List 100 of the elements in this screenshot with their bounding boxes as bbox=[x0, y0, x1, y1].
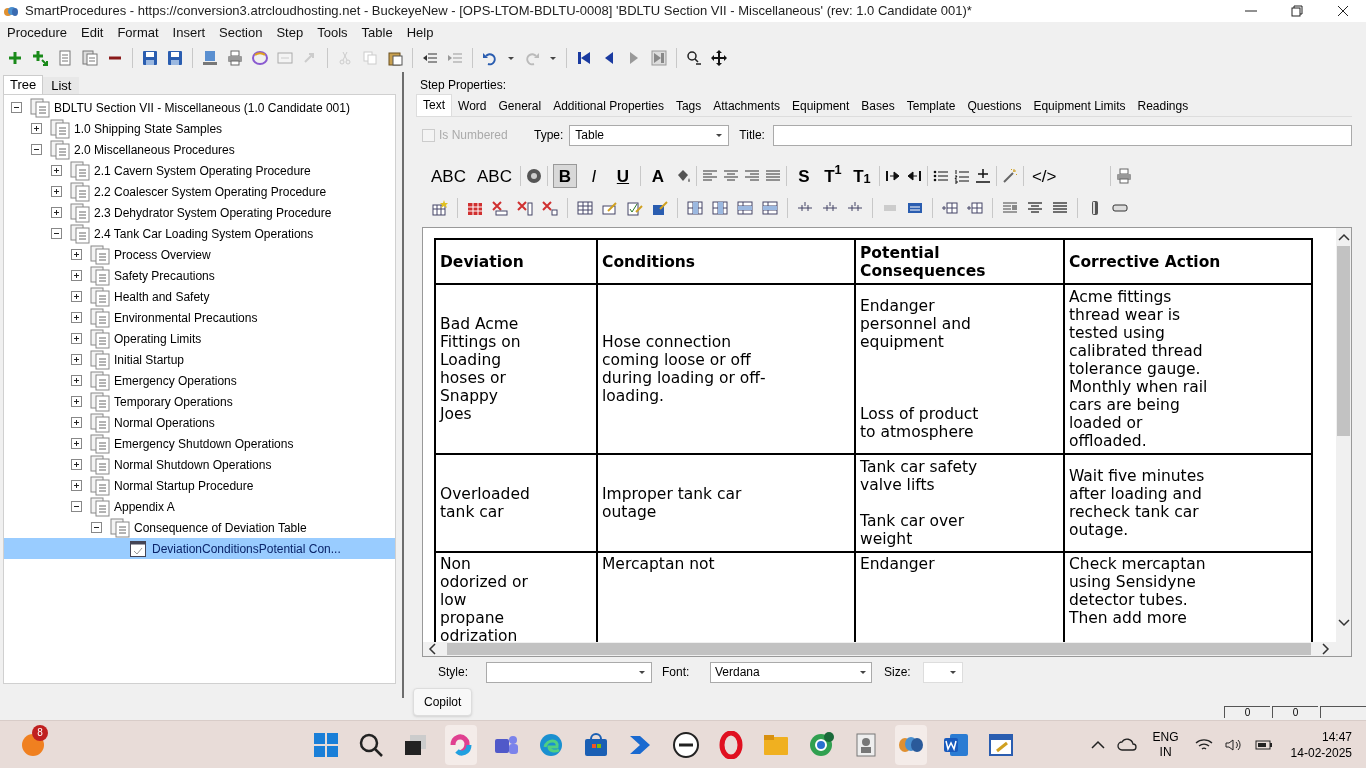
menu-item[interactable]: Procedure bbox=[0, 23, 74, 43]
expand-toggle-icon[interactable] bbox=[71, 291, 82, 302]
tree-item[interactable]: BDLTU Section VII - Miscellaneous (1.0 Candidate 001) bbox=[4, 97, 395, 118]
expand-toggle-icon[interactable] bbox=[51, 207, 62, 218]
table-grid-icon[interactable] bbox=[577, 200, 593, 216]
tree-item[interactable]: 2.2 Coalescer System Operating Procedure bbox=[4, 181, 395, 202]
expand-toggle-icon[interactable] bbox=[71, 270, 82, 281]
tree-item[interactable]: DeviationConditionsPotential Con... bbox=[4, 538, 395, 559]
step-tab[interactable]: Tags bbox=[669, 96, 708, 116]
collapse-toggle-icon[interactable] bbox=[91, 522, 102, 533]
tree-item[interactable]: 1.0 Shipping State Samples bbox=[4, 118, 395, 139]
tree-item[interactable]: Normal Shutdown Operations bbox=[4, 454, 395, 475]
expand-toggle-icon[interactable] bbox=[71, 480, 82, 491]
undo-icon[interactable] bbox=[482, 50, 498, 66]
tree-item[interactable]: Environmental Precautions bbox=[4, 307, 395, 328]
title-field[interactable] bbox=[772, 124, 1352, 146]
move-arrows-icon[interactable] bbox=[711, 50, 727, 66]
tree-item[interactable]: Appendix A bbox=[4, 496, 395, 517]
documents-icon[interactable] bbox=[82, 50, 98, 66]
ring-o-icon[interactable] bbox=[717, 730, 745, 759]
tree-item[interactable]: Initial Startup bbox=[4, 349, 395, 370]
tree-item[interactable]: Normal Startup Procedure bbox=[4, 475, 395, 496]
insert-row-icon[interactable] bbox=[762, 200, 778, 216]
delete-col-icon[interactable] bbox=[517, 200, 533, 216]
align-center-icon[interactable] bbox=[722, 168, 739, 184]
region-indicator[interactable]: IN bbox=[1159, 744, 1172, 760]
menu-item[interactable]: Format bbox=[110, 23, 166, 43]
clock-time[interactable]: 14:47 bbox=[1321, 728, 1352, 745]
save-icon[interactable] bbox=[142, 50, 158, 66]
menu-item[interactable]: Step bbox=[269, 23, 311, 43]
step-tab[interactable]: Questions bbox=[961, 96, 1028, 116]
language-indicator[interactable]: ENG bbox=[1152, 729, 1179, 745]
text-center-icon[interactable] bbox=[1027, 200, 1043, 216]
format-button[interactable]: T$_{1}$ bbox=[849, 164, 874, 188]
menu-item[interactable]: Table bbox=[354, 23, 400, 43]
collapse-toggle-icon[interactable] bbox=[51, 228, 62, 239]
align-left-icon[interactable] bbox=[701, 168, 718, 184]
expand-toggle-icon[interactable] bbox=[31, 123, 42, 134]
round-logo-icon[interactable] bbox=[672, 730, 700, 759]
menu-item[interactable]: Section bbox=[212, 23, 270, 43]
printer-icon[interactable] bbox=[227, 50, 243, 66]
add-col-icon[interactable] bbox=[942, 200, 958, 216]
format-button[interactable]: I bbox=[581, 164, 606, 188]
format-button[interactable]: U bbox=[610, 164, 635, 188]
delete-cell-icon[interactable] bbox=[542, 200, 558, 216]
expand-toggle-icon[interactable] bbox=[71, 396, 82, 407]
collapse-toggle-icon[interactable] bbox=[71, 501, 82, 512]
vertical-scrollbar[interactable] bbox=[1336, 228, 1351, 642]
step-tab[interactable]: Readings bbox=[1131, 96, 1195, 116]
printer-icon[interactable] bbox=[1115, 168, 1132, 184]
arrow-from-bar-icon[interactable] bbox=[905, 168, 922, 184]
wand-icon[interactable] bbox=[1001, 168, 1018, 184]
menu-item[interactable]: Insert bbox=[165, 23, 213, 43]
insert-col-icon[interactable] bbox=[687, 200, 703, 216]
expand-toggle-icon[interactable] bbox=[71, 417, 82, 428]
format-button[interactable]: S bbox=[791, 164, 816, 188]
tree-item[interactable]: Operating Limits bbox=[4, 328, 395, 349]
tree-item[interactable]: 2.1 Cavern System Operating Procedure bbox=[4, 160, 395, 181]
plus-icon[interactable] bbox=[7, 50, 23, 66]
expand-toggle-icon[interactable] bbox=[71, 312, 82, 323]
tree-item[interactable]: Normal Operations bbox=[4, 412, 395, 433]
justify-icon[interactable] bbox=[764, 168, 781, 184]
clock-date[interactable]: 14-02-2025 bbox=[1290, 744, 1352, 761]
plus-line-icon[interactable] bbox=[974, 168, 991, 184]
format-button[interactable]: A bbox=[645, 164, 670, 188]
expand-toggle-icon[interactable] bbox=[71, 438, 82, 449]
speaker-icon[interactable] bbox=[1224, 737, 1243, 752]
step-tab[interactable]: Word bbox=[452, 96, 493, 116]
delete-row-icon[interactable] bbox=[492, 200, 508, 216]
align-right-icon[interactable] bbox=[743, 168, 760, 184]
menu-item[interactable]: Help bbox=[399, 23, 441, 43]
filled-table-pencil-icon[interactable] bbox=[652, 200, 668, 216]
indent-lines-icon[interactable] bbox=[422, 50, 438, 66]
magnifier-icon[interactable] bbox=[686, 50, 702, 66]
format-button[interactable]: ABC bbox=[428, 164, 469, 188]
save-icon[interactable] bbox=[167, 50, 183, 66]
caret-icon[interactable] bbox=[507, 55, 515, 61]
format-button[interactable]: B bbox=[552, 164, 577, 188]
text-block-icon[interactable] bbox=[1002, 200, 1018, 216]
tree-item[interactable]: 2.4 Tank Car Loading System Operations bbox=[4, 223, 395, 244]
expand-toggle-icon[interactable] bbox=[71, 333, 82, 344]
step-tab[interactable]: Equipment Limits bbox=[1027, 96, 1132, 116]
format-button[interactable]: </> bbox=[1028, 164, 1060, 188]
step-tab[interactable]: Bases bbox=[855, 96, 901, 116]
expand-toggle-icon[interactable] bbox=[51, 186, 62, 197]
table-lines-icon[interactable] bbox=[907, 200, 923, 216]
collapse-toggle-icon[interactable] bbox=[31, 144, 42, 155]
delete-table-icon[interactable] bbox=[467, 200, 483, 216]
step-tab[interactable]: Attachments bbox=[707, 96, 786, 116]
table-star-icon[interactable] bbox=[432, 200, 448, 216]
tree-item[interactable]: Consequence of Deviation Table bbox=[4, 517, 395, 538]
outdent-lines-icon[interactable] bbox=[447, 50, 463, 66]
tree-item[interactable]: Temporary Operations bbox=[4, 391, 395, 412]
caret-icon[interactable] bbox=[549, 55, 557, 61]
step-tab[interactable]: Additional Properties bbox=[547, 96, 670, 116]
menu-item[interactable]: Tools bbox=[310, 23, 355, 43]
step-tab[interactable]: Equipment bbox=[785, 96, 856, 116]
add-col-icon[interactable] bbox=[967, 200, 983, 216]
font-dropdown[interactable]: Verdana bbox=[710, 661, 872, 683]
tree-item[interactable]: Health and Safety bbox=[4, 286, 395, 307]
